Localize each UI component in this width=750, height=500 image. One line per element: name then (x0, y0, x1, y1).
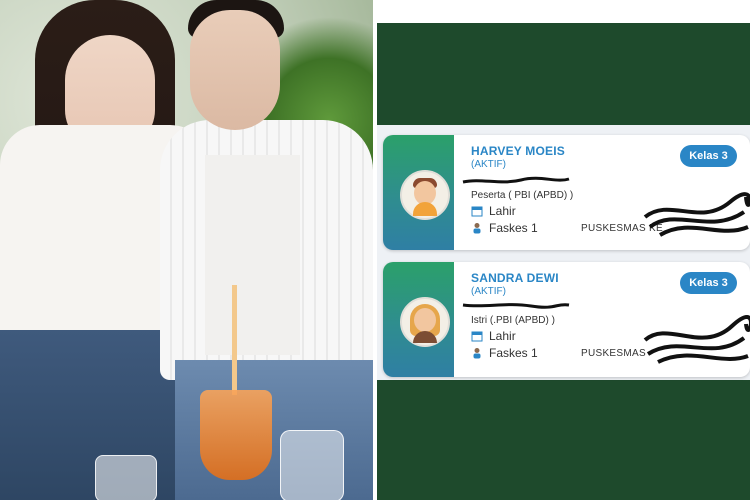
class-badge[interactable]: Kelas 3 (680, 145, 737, 167)
faskes-row: Faskes 1 (471, 221, 538, 235)
calendar-icon (471, 206, 483, 217)
faskes-row: Faskes 1 (471, 346, 538, 360)
bpjs-screenshot: HARVEY MOEIS (AKTIF) Kelas 3 Peserta ( P… (377, 0, 750, 500)
couple-photo (0, 0, 373, 500)
redaction-scribble (462, 176, 570, 184)
member-card[interactable]: HARVEY MOEIS (AKTIF) Kelas 3 Peserta ( P… (383, 135, 750, 250)
doctor-icon (473, 223, 481, 234)
birth-row: Lahir (471, 329, 516, 343)
calendar-icon (471, 331, 483, 342)
member-role: Peserta ( PBI (APBD) ) (471, 190, 574, 201)
redaction-scribble (462, 303, 570, 309)
orange-drink-glass (200, 390, 272, 480)
redaction-scribble (643, 192, 750, 237)
puskesmas-text: PUSKESMAS (581, 348, 646, 359)
female-avatar-icon (400, 297, 450, 347)
card-sidebar (383, 262, 454, 377)
redaction-scribble (643, 315, 750, 364)
birth-row: Lahir (471, 204, 516, 218)
member-card[interactable]: SANDRA DEWI (AKTIF) Kelas 3 Istri (.PBI … (383, 262, 750, 377)
water-glass-left (95, 455, 157, 500)
drink-straw (232, 285, 237, 395)
water-glass-right (280, 430, 344, 500)
man-face (190, 10, 280, 130)
member-name: SANDRA DEWI (471, 271, 559, 285)
card-sidebar (383, 135, 454, 250)
male-avatar-icon (400, 170, 450, 220)
member-name: HARVEY MOEIS (471, 144, 565, 158)
member-status: (AKTIF) (471, 286, 506, 297)
member-status: (AKTIF) (471, 159, 506, 170)
member-role: Istri (.PBI (APBD) ) (471, 315, 555, 326)
class-badge[interactable]: Kelas 3 (680, 272, 737, 294)
doctor-icon (473, 348, 481, 359)
man-white-tee (205, 155, 300, 355)
